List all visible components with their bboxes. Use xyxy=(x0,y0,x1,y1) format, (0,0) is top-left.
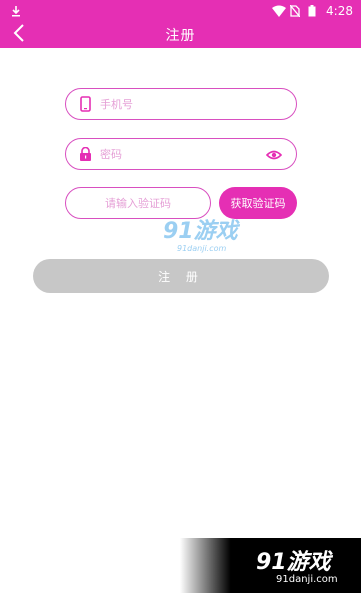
lock-icon xyxy=(78,146,92,162)
phone-icon xyxy=(78,96,92,112)
corner-watermark: 91游戏 91danji.com xyxy=(180,538,361,593)
password-input[interactable] xyxy=(100,147,250,161)
phone-field[interactable] xyxy=(65,88,297,120)
password-field[interactable] xyxy=(65,138,297,170)
corner-watermark-domain: 91danji.com xyxy=(276,574,338,585)
watermark-domain: 91danji.com xyxy=(177,244,227,253)
watermark-brand: 91游戏 xyxy=(163,219,238,244)
wifi-icon xyxy=(272,5,287,17)
status-time: 4:28 xyxy=(326,4,353,18)
status-right: 4:28 xyxy=(272,4,353,18)
status-bar: 4:28 xyxy=(0,0,361,22)
code-input[interactable] xyxy=(78,196,198,210)
corner-watermark-brand: 91游戏 xyxy=(256,550,331,575)
eye-icon[interactable] xyxy=(265,147,283,161)
back-button[interactable] xyxy=(8,24,30,46)
app-bar: 注册 xyxy=(0,22,361,48)
download-icon xyxy=(10,5,22,17)
back-arrow-icon xyxy=(13,24,25,46)
battery-icon xyxy=(308,5,320,17)
register-button[interactable]: 注 册 xyxy=(33,259,329,293)
phone-input[interactable] xyxy=(100,97,250,111)
get-code-button[interactable]: 获取验证码 xyxy=(219,187,297,219)
no-sim-icon xyxy=(289,4,302,18)
page-title: 注册 xyxy=(165,28,196,44)
code-field[interactable] xyxy=(65,187,211,219)
